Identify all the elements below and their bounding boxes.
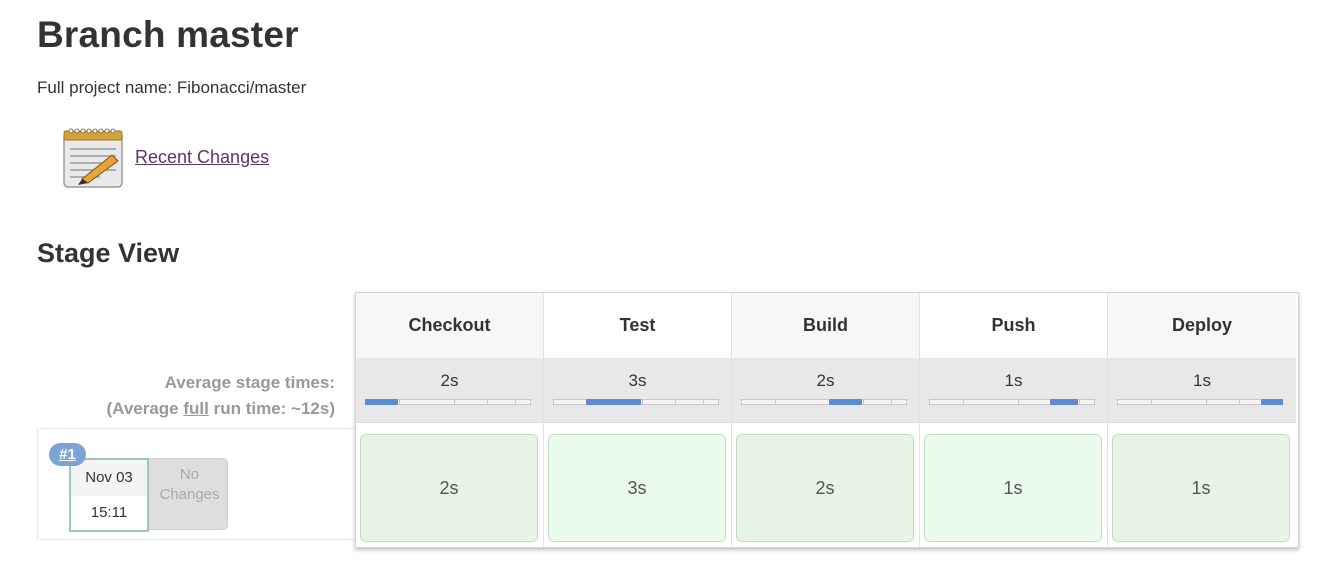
stage-cell[interactable]: 1s <box>1112 434 1290 542</box>
stage-progress-tick <box>1079 400 1080 404</box>
stage-progress-track <box>741 399 907 405</box>
stage-cell[interactable]: 1s <box>924 434 1102 542</box>
stage-progress-tick <box>454 400 455 404</box>
stage-header: Test <box>544 293 731 358</box>
run-date-box: Nov 03 15:11 <box>69 458 149 532</box>
stage-average-time: 2s <box>440 371 459 390</box>
full-project-name: Full project name: Fibonacci/master <box>37 78 307 97</box>
stage-column-test: Test 3s 3s <box>544 293 732 547</box>
notepad-icon[interactable] <box>60 125 128 191</box>
stage-average-time: 3s <box>628 371 647 390</box>
stage-progress-tick <box>775 400 776 404</box>
stage-view-table: Checkout 2s 2s Test 3s 3s Build 2s 2s Pu… <box>355 292 1299 548</box>
stage-average: 2s <box>356 358 543 423</box>
stage-progress-tick <box>1206 400 1207 404</box>
average-stage-times-line1: Average stage times: <box>164 373 335 392</box>
stage-header: Checkout <box>356 293 543 358</box>
stage-progress-tick <box>891 400 892 404</box>
stage-average: 1s <box>1108 358 1296 423</box>
run-number-badge[interactable]: #1 <box>49 443 86 466</box>
stage-column-push: Push 1s 1s <box>920 293 1108 547</box>
stage-progress-fill <box>365 399 398 405</box>
stage-progress-tick <box>515 400 516 404</box>
stage-header: Deploy <box>1108 293 1296 358</box>
recent-changes-link[interactable]: Recent Changes <box>135 147 269 168</box>
stage-column-deploy: Deploy 1s 1s <box>1108 293 1296 547</box>
stage-progress-fill <box>586 399 641 405</box>
stage-average: 1s <box>920 358 1107 423</box>
stage-view-title: Stage View <box>37 238 180 268</box>
stage-progress-track <box>1117 399 1283 405</box>
stage-header: Build <box>732 293 919 358</box>
stage-progress-tick <box>642 400 643 404</box>
stage-progress-fill <box>1261 399 1283 405</box>
stage-column-checkout: Checkout 2s 2s <box>356 293 544 547</box>
stage-progress-tick <box>399 400 400 404</box>
stage-header: Push <box>920 293 1107 358</box>
stage-average: 3s <box>544 358 731 423</box>
page-title: Branch master <box>37 14 299 55</box>
stage-average: 2s <box>732 358 919 423</box>
stage-progress-tick <box>1018 400 1019 404</box>
stage-column-build: Build 2s 2s <box>732 293 920 547</box>
stage-cell[interactable]: 3s <box>548 434 726 542</box>
average-prefix: (Average <box>106 399 184 418</box>
stage-progress-tick <box>487 400 488 404</box>
stage-cell[interactable]: 2s <box>736 434 914 542</box>
stage-progress-tick <box>1239 400 1240 404</box>
stage-progress-tick <box>963 400 964 404</box>
run-date: Nov 03 <box>71 460 147 496</box>
stage-average-time: 1s <box>1193 371 1211 390</box>
full-run-link[interactable]: full <box>183 399 209 418</box>
average-full-run-line: (Average full run time: ~12s) <box>107 396 335 422</box>
stage-progress-tick <box>675 400 676 404</box>
stage-average-time: 2s <box>816 371 835 390</box>
run-time: 15:11 <box>90 504 128 521</box>
no-changes-box: No Changes <box>145 458 228 530</box>
average-stage-times-label: Average stage times: (Average full run t… <box>107 370 335 422</box>
stage-progress-fill <box>829 399 862 405</box>
stage-progress-fill <box>1050 399 1078 405</box>
stage-progress-tick <box>703 400 704 404</box>
stage-progress-tick <box>1151 400 1152 404</box>
stage-progress-tick <box>863 400 864 404</box>
stage-average-time: 1s <box>1004 371 1023 390</box>
average-suffix: run time: ~12s) <box>208 399 335 418</box>
stage-cell[interactable]: 2s <box>360 434 538 542</box>
